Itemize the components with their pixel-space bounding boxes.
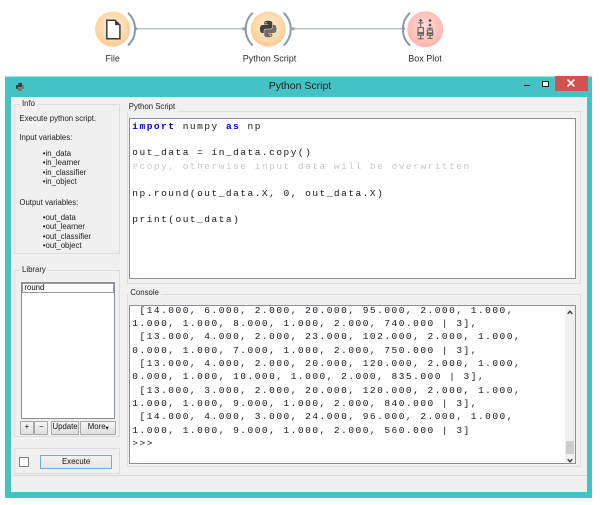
svg-text:Python Script: Python Script [243,54,297,64]
svg-text:Box Plot: Box Plot [408,54,442,64]
svg-text:File: File [105,54,120,64]
